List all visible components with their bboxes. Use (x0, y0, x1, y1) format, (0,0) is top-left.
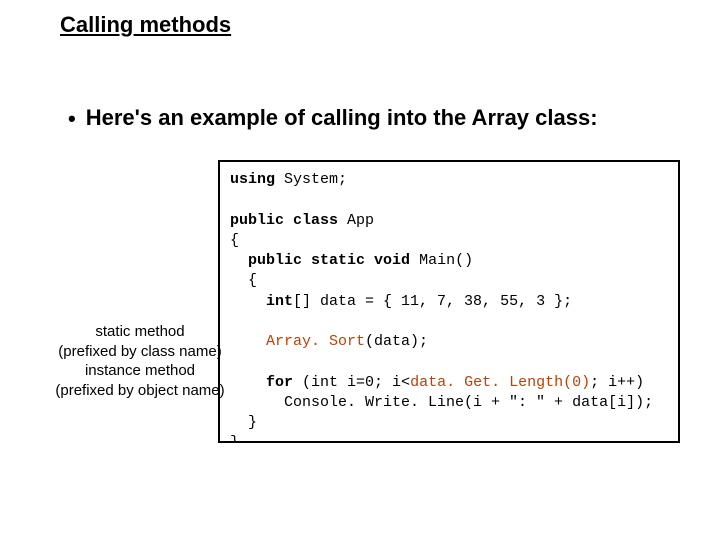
kw-for: for (266, 374, 293, 391)
note-static-1: static method (40, 322, 240, 342)
slide-title: Calling methods (60, 12, 231, 38)
tok-main: Main() (419, 252, 473, 269)
hl-getlength: data. Get. Length(0) (410, 374, 590, 391)
note-static-2: (prefixed by class name) (40, 342, 240, 362)
kw-int: int (266, 293, 293, 310)
tok-rbrace1: } (248, 414, 257, 431)
kw-psv: public static void (248, 252, 410, 269)
slide: Calling methods • Here's an example of ca… (0, 0, 720, 540)
tok-lbrace2: { (248, 272, 257, 289)
tok-console: Console. Write. Line(i + ": " + data[i])… (284, 394, 653, 411)
tok-forcond1: (int i=0; i< (302, 374, 410, 391)
bullet-text: Here's an example of calling into the Ar… (86, 105, 598, 130)
hl-array-sort: Array. Sort (266, 333, 365, 350)
tok-datadecl: [] data = { 11, 7, 38, 55, 3 }; (293, 293, 572, 310)
tok-sortarg: (data); (365, 333, 428, 350)
tok-forcond2: ; i++) (590, 374, 644, 391)
code-box: using System; public class App { public … (218, 160, 680, 443)
note-instance-2: (prefixed by object name) (40, 381, 240, 401)
bullet-row: • Here's an example of calling into the A… (68, 105, 598, 132)
tok-system: System; (284, 171, 347, 188)
bullet-dot: • (68, 106, 76, 132)
side-notes: static method (prefixed by class name) i… (40, 322, 240, 400)
note-instance-1: instance method (40, 361, 240, 381)
kw-using: using (230, 171, 275, 188)
code-content: using System; public class App { public … (230, 170, 670, 443)
tok-app: App (347, 212, 374, 229)
kw-public-class: public class (230, 212, 338, 229)
tok-rbrace2: } (230, 434, 239, 443)
tok-lbrace1: { (230, 232, 239, 249)
